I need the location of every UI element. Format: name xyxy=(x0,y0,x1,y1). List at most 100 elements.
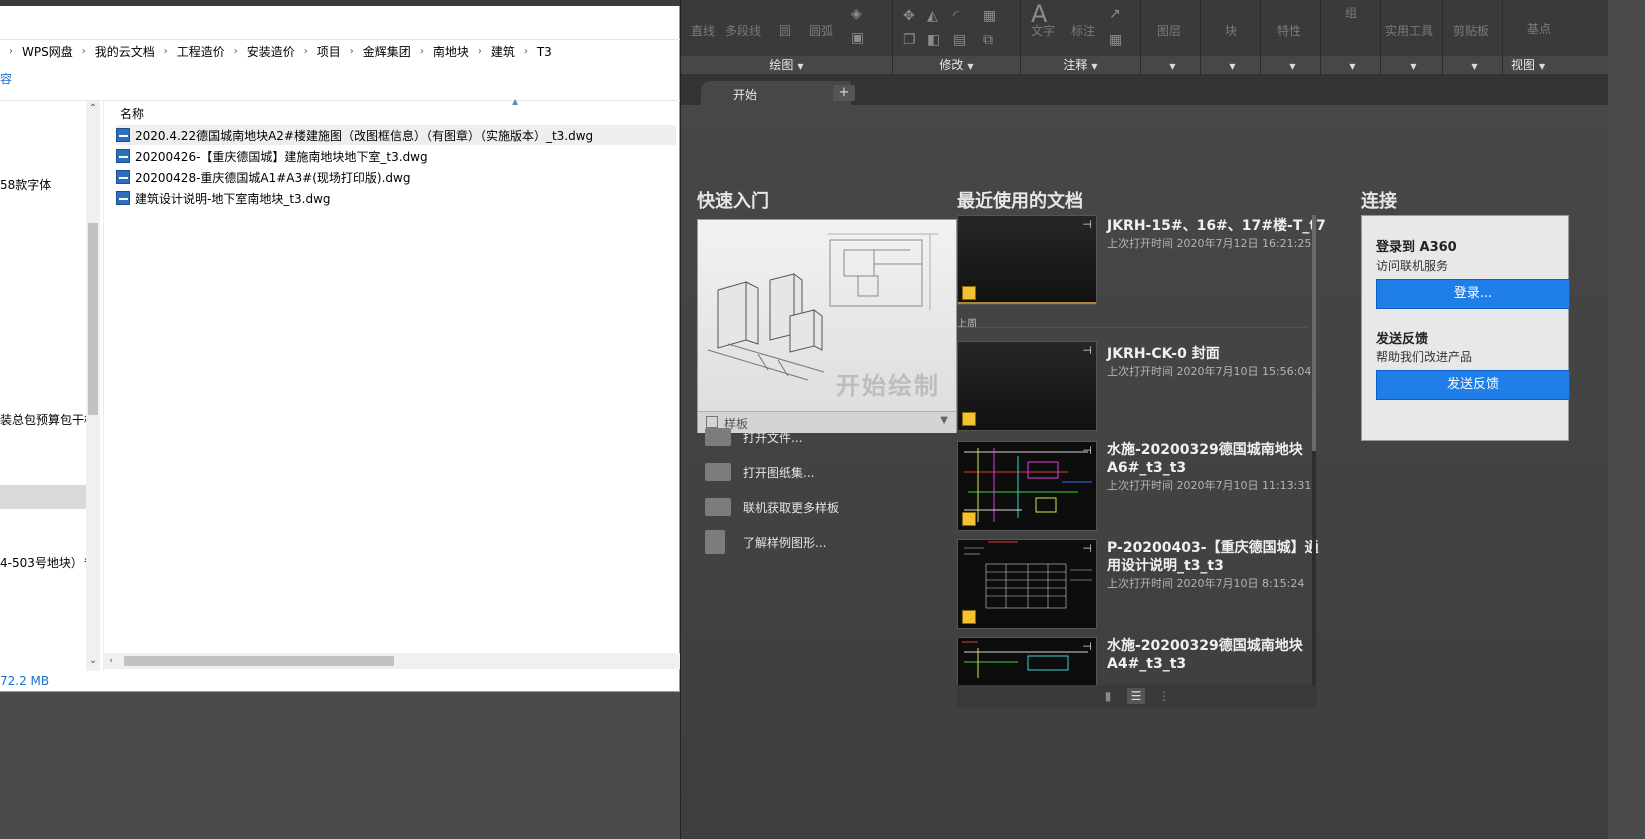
column-header-name[interactable]: 名称 xyxy=(120,105,144,122)
breadcrumb-item[interactable]: 工程造价 › xyxy=(177,43,247,60)
details-view-icon[interactable]: ⋮ xyxy=(1155,688,1173,704)
breadcrumb-item[interactable]: 安装造价 › xyxy=(247,43,317,60)
basepoint-tool[interactable]: 基点 xyxy=(1527,20,1551,37)
ribbon-label-clipboard[interactable]: ▼ xyxy=(1443,56,1502,74)
feedback-title: 发送反馈 xyxy=(1376,332,1429,347)
move-icon[interactable]: ✥ xyxy=(903,8,915,24)
table-icon[interactable]: ▦ xyxy=(1109,32,1122,48)
doc-thumbnail[interactable]: ⊣ xyxy=(957,341,1097,431)
breadcrumb-item[interactable]: WPS网盘 › xyxy=(22,43,95,60)
scroll-left-icon[interactable]: ‹ xyxy=(106,655,116,667)
nav-item-selected[interactable] xyxy=(0,485,86,509)
mirror-icon[interactable]: ◭ xyxy=(927,8,938,24)
doc-thumbnail[interactable]: ⊣ xyxy=(957,539,1097,629)
breadcrumb[interactable]: › WPS网盘 › 我的云文档 › 工程造价 › 安装造价 › 项目 › 金辉集团 › 南地… xyxy=(0,39,680,63)
new-tab-button[interactable]: + xyxy=(833,85,855,101)
horizontal-scroll-thumb[interactable] xyxy=(124,656,394,666)
copy-icon[interactable]: ❐ xyxy=(903,32,916,48)
doc-name[interactable]: P-20200403-【重庆德国城】通用设计说明_t3_t3 xyxy=(1107,539,1327,575)
breadcrumb-item[interactable]: T3 xyxy=(537,45,552,59)
open-file-label: 打开文件... xyxy=(743,430,803,445)
tab-start[interactable]: 开始 xyxy=(701,81,851,105)
sample-drawings-link[interactable]: 了解样例图形... xyxy=(705,530,826,554)
doc-name[interactable]: 水施-20200329德国城南地块A4#_t3_t3 xyxy=(1107,637,1327,673)
scroll-down-icon[interactable]: ⌄ xyxy=(88,655,98,667)
doc-time: 上次打开时间 2020年7月10日 11:13:31 xyxy=(1107,479,1312,492)
more-templates-link[interactable]: 联机获取更多样板 xyxy=(705,495,839,519)
nav-scroll-thumb[interactable] xyxy=(88,223,98,415)
nav-item[interactable]: 4-503号地块）〒 xyxy=(0,554,95,571)
doc-name[interactable]: JKRH-CK-0 封面 xyxy=(1107,345,1327,363)
ribbon-label-utilities[interactable]: ▼ xyxy=(1381,56,1442,74)
doc-name[interactable]: JKRH-15#、16#、17#楼-T_t7 xyxy=(1107,217,1327,235)
send-feedback-button[interactable]: 发送反馈 xyxy=(1376,370,1570,400)
file-row[interactable]: 20200426-【重庆德国城】建施南地块地下室_t3.dwg xyxy=(116,146,676,166)
fillet-icon[interactable]: ◜ xyxy=(953,8,958,24)
arc-tool[interactable]: 圆弧 xyxy=(809,22,833,39)
dimension-tool[interactable]: 标注 xyxy=(1071,22,1095,39)
open-sheet-set-link[interactable]: 打开图纸集... xyxy=(705,460,814,484)
doc-thumbnail[interactable]: ⊣ xyxy=(957,441,1097,531)
layers-tool[interactable]: 图层 xyxy=(1157,22,1181,39)
open-file-link[interactable]: 打开文件... xyxy=(705,425,802,449)
breadcrumb-item[interactable]: 建筑 › xyxy=(491,43,537,60)
line-tool[interactable]: 直线 xyxy=(691,22,715,39)
pin-icon[interactable]: ⊣ xyxy=(1082,344,1092,357)
folder-icon xyxy=(705,428,731,446)
ribbon-group-view: 基点 视图 ▼ xyxy=(1503,0,1609,76)
circle-tool[interactable]: 圆 xyxy=(779,22,791,39)
breadcrumb-item[interactable]: 项目 › xyxy=(317,43,363,60)
pin-icon[interactable]: ⊣ xyxy=(1082,444,1092,457)
offset-icon[interactable]: ⧉ xyxy=(983,32,993,48)
doc-time: 上次打开时间 2020年7月12日 16:21:25 xyxy=(1107,237,1312,250)
ribbon-label-annotation[interactable]: 注释 ▼ xyxy=(1021,56,1140,74)
leader-icon[interactable]: ↗ xyxy=(1109,6,1121,22)
doc-thumbnail[interactable]: ⊣ xyxy=(957,215,1097,305)
breadcrumb-item[interactable]: 我的云文档 › xyxy=(95,43,177,60)
file-row[interactable]: 20200428-重庆德国城A1#A3#(现场打印版).dwg xyxy=(116,167,676,187)
nav-item[interactable]: 58款字体 xyxy=(0,176,51,193)
file-row[interactable]: 建筑设计说明-地下室南地块_t3.dwg xyxy=(116,188,676,208)
horizontal-scrollbar[interactable]: ‹ xyxy=(104,653,680,669)
stretch-icon[interactable]: ◧ xyxy=(927,32,940,48)
utilities-tool[interactable]: 实用工具 xyxy=(1385,22,1433,39)
chevron-down-icon: ▼ xyxy=(940,415,948,426)
start-drawing-card[interactable]: 开始绘制 样板 ▼ xyxy=(697,219,957,433)
toolbar-link[interactable]: 容 xyxy=(0,70,12,87)
recent-docs-list: ⊣ JKRH-15#、16#、17#楼-T_t7 上次打开时间 2020年7月1… xyxy=(957,215,1332,685)
polyline-tool[interactable]: 多段线 xyxy=(725,22,761,39)
properties-tool[interactable]: 特性 xyxy=(1277,22,1301,39)
ribbon-label-draw[interactable]: 绘图 ▼ xyxy=(681,56,892,74)
ribbon-label-modify[interactable]: 修改 ▼ xyxy=(893,56,1020,74)
breadcrumb-item[interactable]: 金辉集团 › xyxy=(363,43,433,60)
pin-icon[interactable]: ⊣ xyxy=(1082,542,1092,555)
file-row[interactable]: 2020.4.22德国城南地块A2#楼建施图（改图框信息）（有图章）（实施版本）… xyxy=(116,125,676,145)
ribbon-label-properties[interactable]: ▼ xyxy=(1261,56,1320,74)
large-icons-view-icon[interactable]: ▮ xyxy=(1099,688,1117,704)
recent-scroll-thumb[interactable] xyxy=(1312,215,1316,451)
pin-icon[interactable]: ⊣ xyxy=(1082,640,1092,653)
recent-scrollbar[interactable] xyxy=(1312,215,1316,685)
block-tool[interactable]: 块 xyxy=(1225,22,1237,39)
hatch-icon[interactable]: ◈ xyxy=(851,6,862,22)
list-view-icon[interactable]: ☰ xyxy=(1127,688,1145,704)
nav-item[interactable]: 装总包预算包干楼 xyxy=(0,411,96,428)
pin-icon[interactable]: ⊣ xyxy=(1082,218,1092,231)
array-icon[interactable]: ▦ xyxy=(983,8,996,24)
text-tool[interactable]: 文字 xyxy=(1031,22,1055,39)
ribbon-label-view[interactable]: 视图 ▼ xyxy=(1503,56,1609,74)
scroll-up-icon[interactable]: ⌃ xyxy=(88,103,98,115)
rectangle-icon[interactable]: ▣ xyxy=(851,30,864,46)
nav-scrollbar[interactable]: ⌃ ⌄ xyxy=(86,101,100,671)
scale-icon[interactable]: ▤ xyxy=(953,32,966,48)
ribbon-label-groups[interactable]: ▼ xyxy=(1321,56,1380,74)
doc-thumbnail[interactable]: ⊣ xyxy=(957,637,1097,685)
login-button[interactable]: 登录... xyxy=(1376,279,1570,309)
a360-subtitle: 访问联机服务 xyxy=(1376,259,1449,273)
group-tool[interactable]: 组 xyxy=(1345,4,1357,21)
ribbon-label-block[interactable]: ▼ xyxy=(1201,56,1260,74)
ribbon-label-layers[interactable]: ▼ xyxy=(1141,56,1200,74)
doc-name[interactable]: 水施-20200329德国城南地块A6#_t3_t3 xyxy=(1107,441,1327,477)
clipboard-tool[interactable]: 剪贴板 xyxy=(1453,22,1489,39)
breadcrumb-item[interactable]: 南地块 › xyxy=(433,43,491,60)
